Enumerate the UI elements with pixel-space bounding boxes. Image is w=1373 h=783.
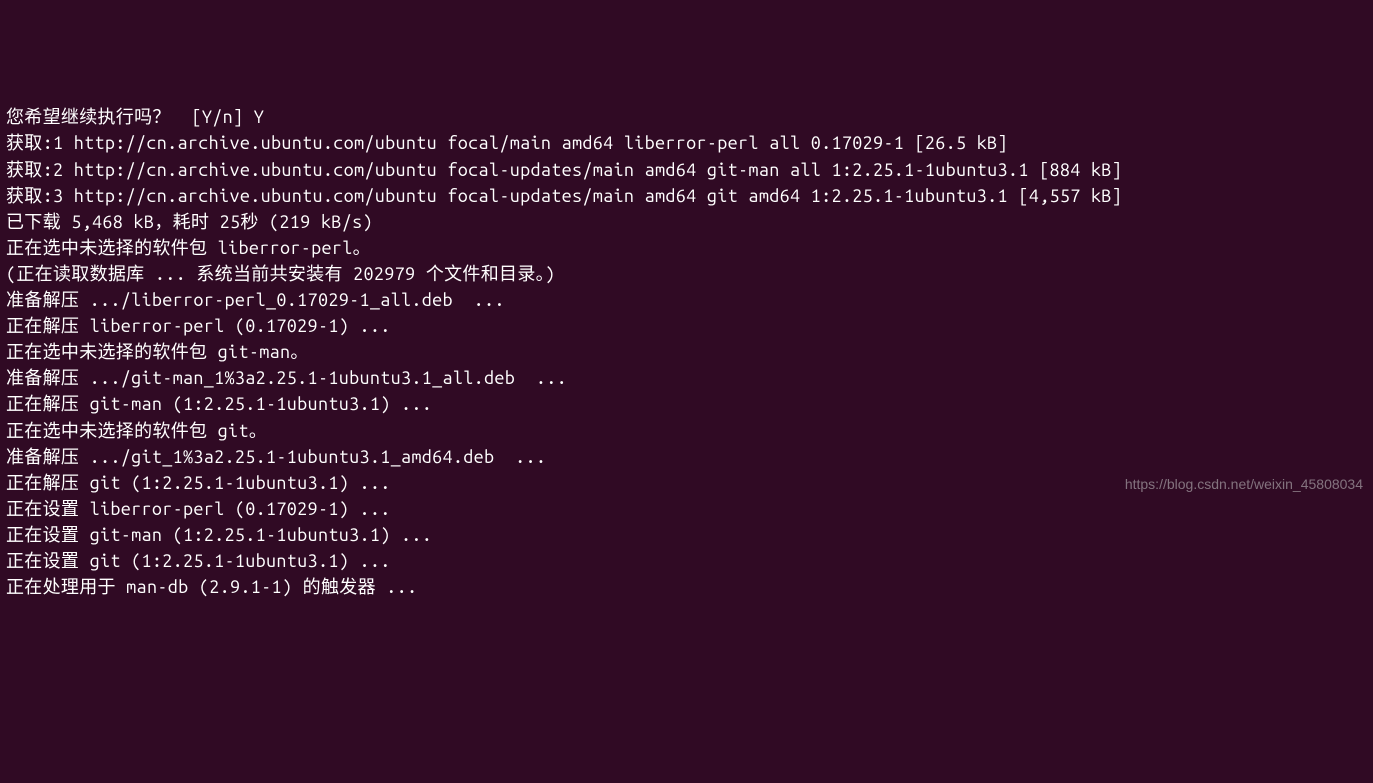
terminal-output: 您希望继续执行吗？ [Y/n] Y获取:1 http://cn.archive.… (6, 104, 1367, 600)
terminal-line: 您希望继续执行吗？ [Y/n] Y (6, 104, 1367, 130)
terminal-line: 正在解压 liberror-perl (0.17029-1) ... (6, 313, 1367, 339)
terminal-line: 正在解压 git-man (1:2.25.1-1ubuntu3.1) ... (6, 391, 1367, 417)
terminal-line: 获取:2 http://cn.archive.ubuntu.com/ubuntu… (6, 157, 1367, 183)
terminal-line: 获取:3 http://cn.archive.ubuntu.com/ubuntu… (6, 183, 1367, 209)
terminal-line: 获取:1 http://cn.archive.ubuntu.com/ubuntu… (6, 130, 1367, 156)
terminal-line: 正在设置 git (1:2.25.1-1ubuntu3.1) ... (6, 548, 1367, 574)
terminal-line: (正在读取数据库 ... 系统当前共安装有 202979 个文件和目录。) (6, 261, 1367, 287)
terminal-line: 准备解压 .../liberror-perl_0.17029-1_all.deb… (6, 287, 1367, 313)
terminal-line: 正在设置 git-man (1:2.25.1-1ubuntu3.1) ... (6, 522, 1367, 548)
terminal-line: 准备解压 .../git_1%3a2.25.1-1ubuntu3.1_amd64… (6, 444, 1367, 470)
watermark-text: https://blog.csdn.net/weixin_45808034 (1125, 474, 1363, 494)
terminal-line: 准备解压 .../git-man_1%3a2.25.1-1ubuntu3.1_a… (6, 365, 1367, 391)
terminal-line: 已下载 5,468 kB，耗时 25秒 (219 kB/s) (6, 209, 1367, 235)
terminal-line: 正在选中未选择的软件包 git-man。 (6, 339, 1367, 365)
terminal-line: 正在选中未选择的软件包 git。 (6, 418, 1367, 444)
terminal-line: 正在选中未选择的软件包 liberror-perl。 (6, 235, 1367, 261)
terminal-line: 正在处理用于 man-db (2.9.1-1) 的触发器 ... (6, 574, 1367, 600)
